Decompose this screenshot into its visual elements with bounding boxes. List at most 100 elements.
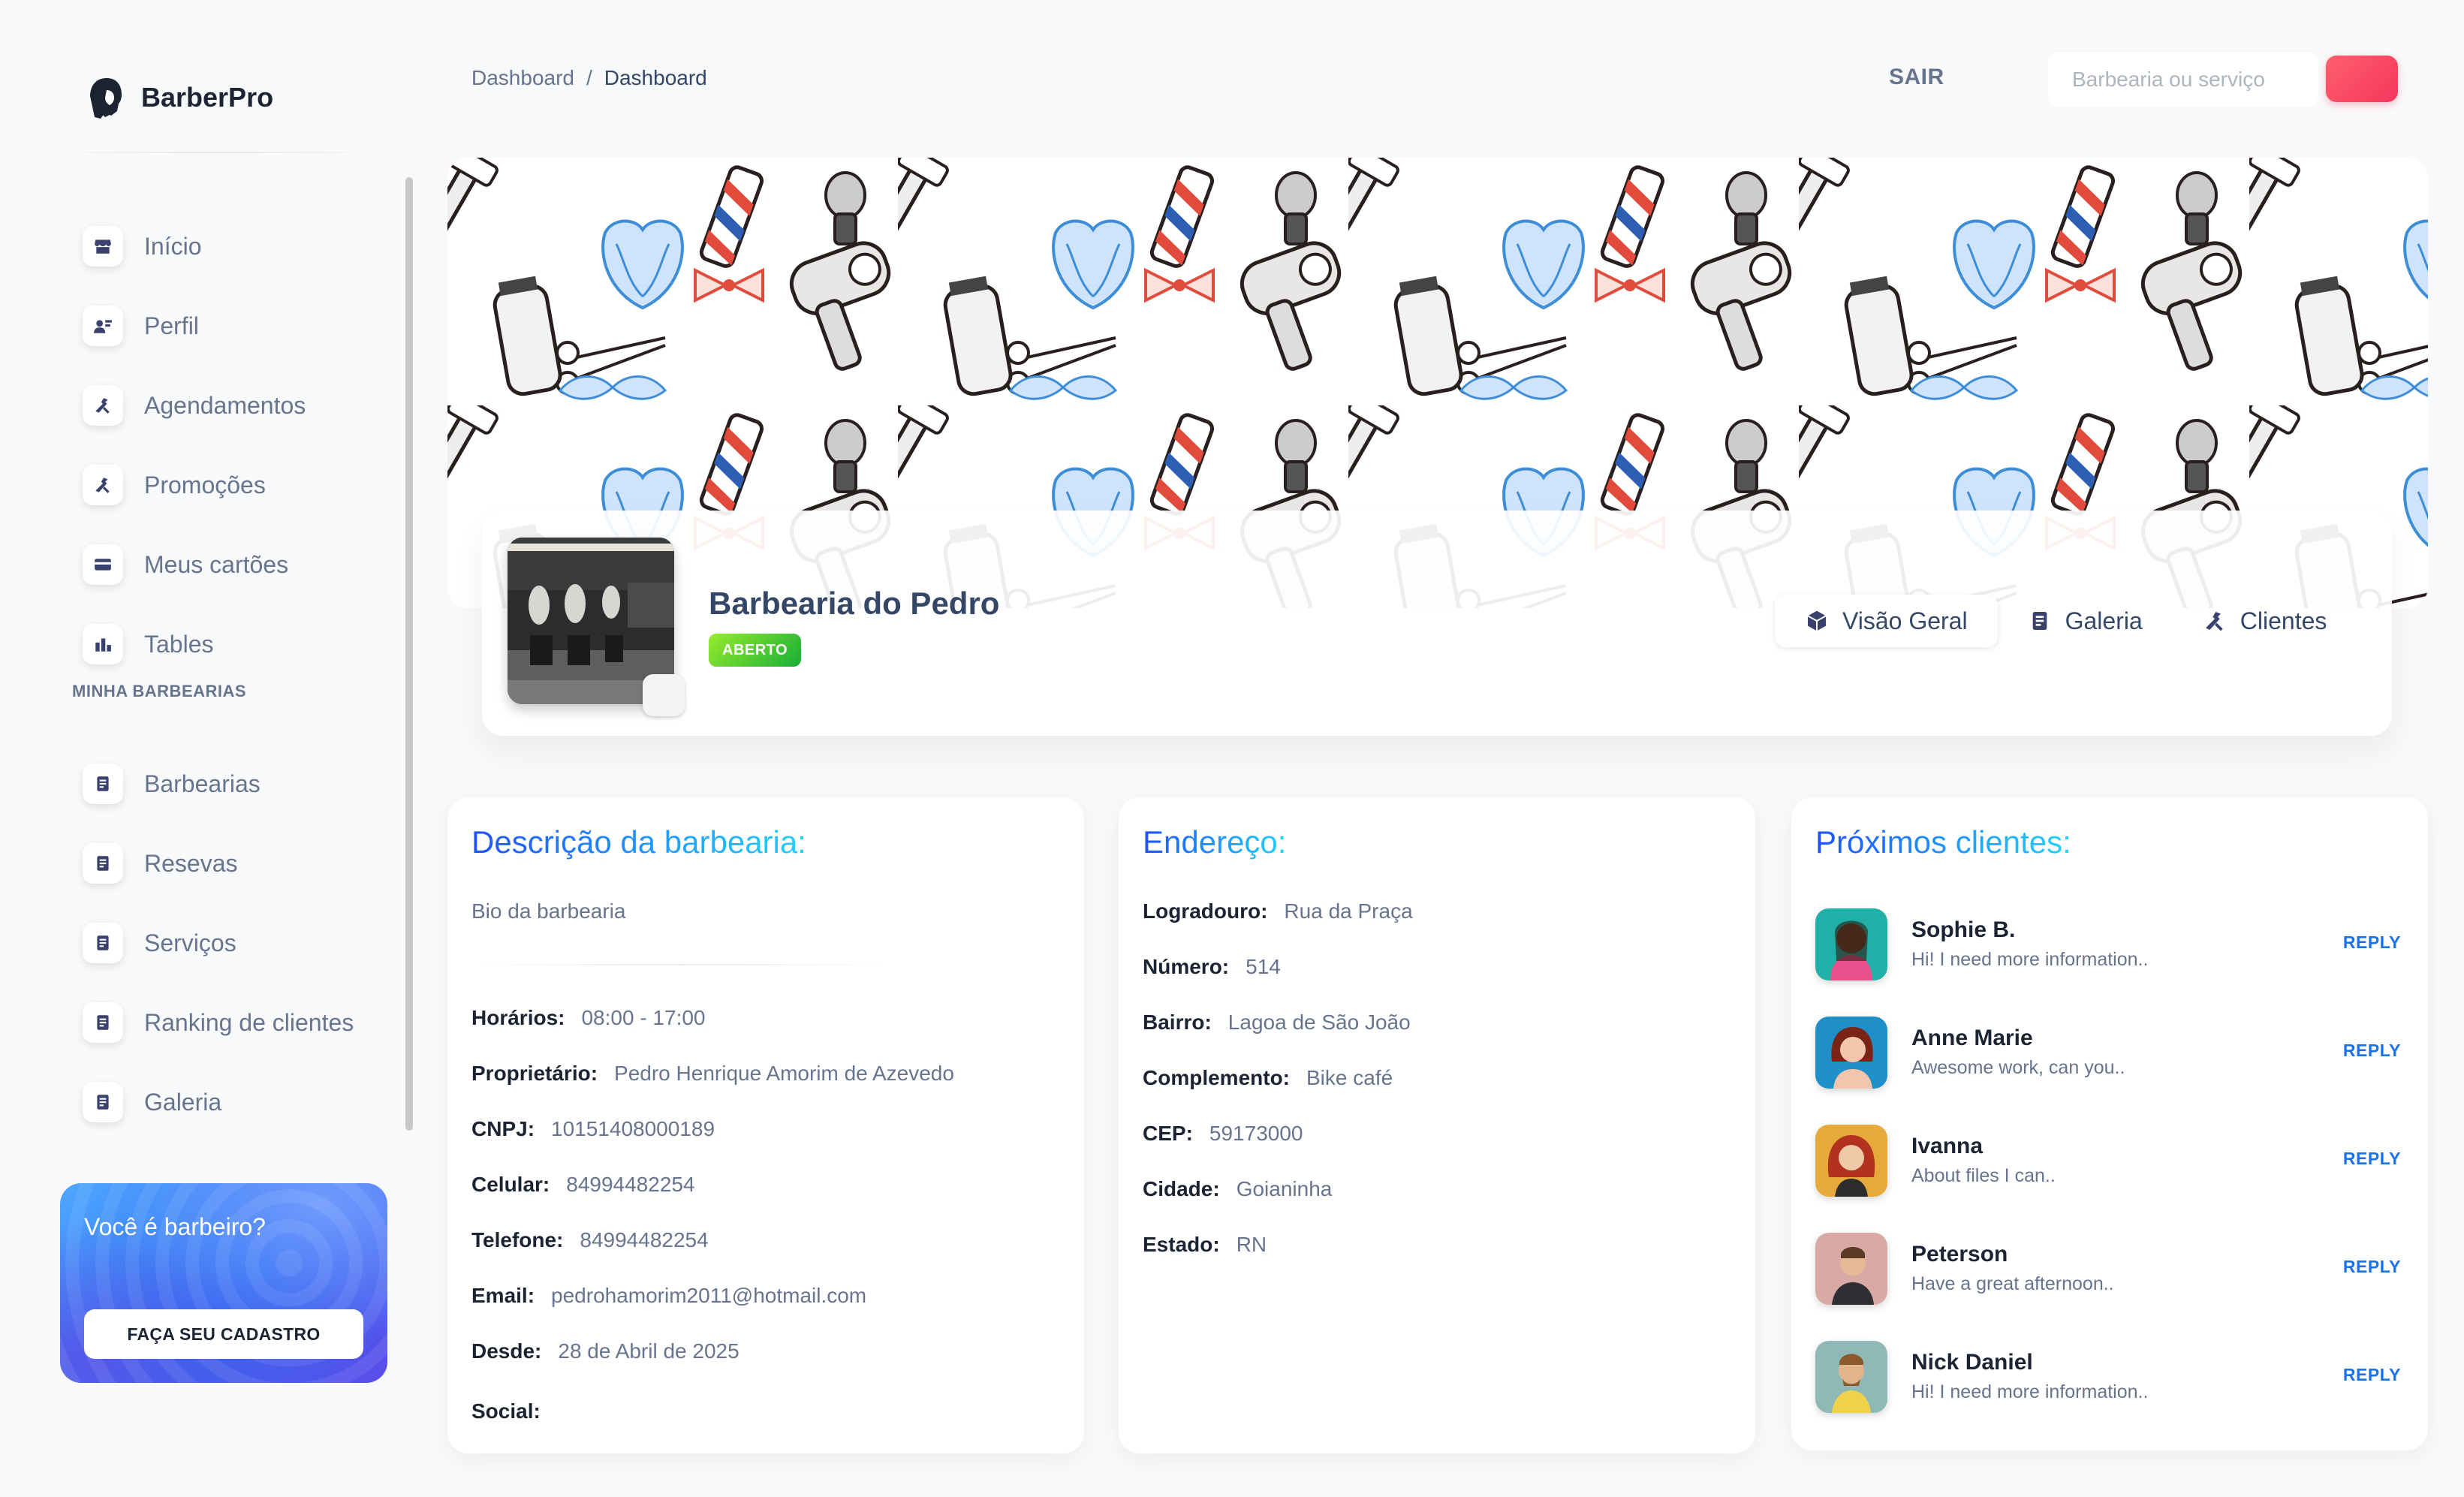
- sidebar-item-label: Meus cartões: [144, 550, 289, 578]
- info-value: 28 de Abril de 2025: [558, 1339, 740, 1363]
- avatar: [1815, 1125, 1887, 1197]
- sidebar-item-inicio[interactable]: Início: [83, 216, 398, 276]
- avatar: [1815, 1233, 1887, 1305]
- info-label: Complemento:: [1143, 1066, 1290, 1089]
- info-value: Goianinha: [1236, 1177, 1333, 1200]
- sidebar-item-galeria[interactable]: Galeria: [83, 1072, 398, 1132]
- reply-button[interactable]: REPLY: [2343, 932, 2401, 953]
- info-row-horarios: Horários: 08:00 - 17:00: [471, 1006, 706, 1030]
- avatar: [1815, 1017, 1887, 1089]
- sidebar-item-resevas[interactable]: Resevas: [83, 833, 398, 893]
- sidebar-item-label: Serviços: [144, 929, 236, 956]
- sidebar-item-meus-cartoes[interactable]: Meus cartões: [83, 535, 398, 595]
- address-title: Endereço:: [1143, 824, 1287, 860]
- address-row-estado: Estado: RN: [1143, 1233, 1267, 1257]
- info-row-cnpj: CNPJ: 10151408000189: [471, 1117, 715, 1141]
- sidebar-item-label: Galeria: [144, 1088, 222, 1116]
- credit-card-icon: [83, 544, 123, 585]
- info-label: Proprietário:: [471, 1062, 598, 1085]
- bio-text: Bio da barbearia: [471, 899, 626, 923]
- info-value: 10151408000189: [551, 1117, 715, 1140]
- address-card: Endereço: Logradouro: Rua da Praça Número…: [1119, 797, 1755, 1453]
- reply-button[interactable]: REPLY: [2343, 1149, 2401, 1169]
- client-list-item: Nick Daniel Hi! I need more information.…: [1815, 1341, 2401, 1416]
- client-name: Peterson: [1911, 1242, 2008, 1267]
- status-badge: ABERTO: [709, 634, 802, 667]
- address-row-numero: Número: 514: [1143, 955, 1281, 979]
- document-icon: [83, 1002, 123, 1043]
- document-icon: [83, 764, 123, 804]
- sidebar-item-barbearias[interactable]: Barbearias: [83, 754, 398, 814]
- document-icon: [83, 843, 123, 884]
- document-icon: [83, 1082, 123, 1122]
- info-value: Bike café: [1306, 1066, 1393, 1089]
- info-value: 514: [1246, 955, 1281, 978]
- sidebar-item-perfil[interactable]: Perfil: [83, 296, 398, 356]
- sidebar: BarberPro Início Perfil Agendamentos Pro…: [45, 53, 413, 1383]
- tab-clientes[interactable]: Clientes: [2173, 595, 2357, 647]
- cube-icon: [1807, 610, 1827, 631]
- table-icon: [83, 624, 123, 664]
- info-label: Social:: [471, 1399, 541, 1423]
- sidebar-item-label: Barbearias: [144, 770, 261, 797]
- sidebar-item-agendamentos[interactable]: Agendamentos: [83, 375, 398, 435]
- upcoming-clients-card: Próximos clientes: Sophie B. Hi! I need …: [1791, 797, 2428, 1450]
- sidebar-item-tables[interactable]: Tables: [83, 614, 398, 674]
- info-value: Rua da Praça: [1284, 899, 1413, 923]
- info-label: Email:: [471, 1284, 535, 1307]
- info-value: 08:00 - 17:00: [581, 1006, 706, 1029]
- document-icon: [83, 923, 123, 963]
- tab-label: Galeria: [2065, 607, 2143, 634]
- reply-button[interactable]: REPLY: [2343, 1365, 2401, 1385]
- signup-button[interactable]: FAÇA SEU CADASTRO: [84, 1309, 363, 1359]
- sidebar-scrollbar[interactable]: [405, 177, 413, 1131]
- reply-button[interactable]: REPLY: [2343, 1257, 2401, 1277]
- address-row-cep: CEP: 59173000: [1143, 1122, 1303, 1146]
- client-message: Have a great afternoon..: [1911, 1273, 2114, 1294]
- profile-card: Barbearia do Pedro ABERTO Visão Geral Ga…: [482, 511, 2392, 736]
- barber-logo-icon: [90, 78, 122, 119]
- info-value: 84994482254: [566, 1173, 695, 1196]
- sidebar-item-ranking[interactable]: Ranking de clientes: [83, 992, 398, 1053]
- sidebar-item-label: Tables: [144, 630, 214, 658]
- edit-photo-button[interactable]: [643, 674, 685, 716]
- client-list-item: Ivanna About files I can.. REPLY: [1815, 1125, 2401, 1200]
- document-icon: [2032, 612, 2047, 630]
- description-title: Descrição da barbearia:: [471, 824, 806, 860]
- search-button[interactable]: [2326, 56, 2398, 102]
- client-name: Anne Marie: [1911, 1026, 2033, 1050]
- info-row-desde: Desde: 28 de Abril de 2025: [471, 1339, 740, 1363]
- info-label: Cidade:: [1143, 1177, 1220, 1200]
- logout-link[interactable]: SAIR: [1889, 65, 1944, 90]
- search-input[interactable]: [2048, 53, 2318, 107]
- avatar: [1815, 1341, 1887, 1413]
- sidebar-item-servicos[interactable]: Serviços: [83, 913, 398, 973]
- shop-icon: [83, 226, 123, 267]
- cta-title: Você é barbeiro?: [84, 1213, 266, 1240]
- info-value: Pedro Henrique Amorim de Azevedo: [614, 1062, 954, 1085]
- info-value: 84994482254: [580, 1228, 709, 1252]
- address-row-cidade: Cidade: Goianinha: [1143, 1177, 1332, 1201]
- brand[interactable]: BarberPro: [84, 74, 273, 122]
- sidebar-divider: [53, 152, 383, 153]
- info-value: RN: [1236, 1233, 1267, 1256]
- info-value: Lagoa de São João: [1227, 1011, 1411, 1034]
- tools-icon: [2205, 612, 2223, 631]
- info-label: Celular:: [471, 1173, 550, 1196]
- info-label: CNPJ:: [471, 1117, 535, 1140]
- reply-button[interactable]: REPLY: [2343, 1041, 2401, 1061]
- profile-tabs: Visão Geral Galeria Clientes: [1775, 595, 2357, 647]
- sidebar-item-label: Início: [144, 232, 202, 260]
- client-list-item: Peterson Have a great afternoon.. REPLY: [1815, 1233, 2401, 1308]
- breadcrumb-item[interactable]: Dashboard: [471, 66, 574, 90]
- tab-label: Visão Geral: [1842, 607, 1968, 634]
- tab-visao-geral[interactable]: Visão Geral: [1775, 595, 1998, 647]
- sidebar-item-label: Promoções: [144, 471, 266, 498]
- tab-galeria[interactable]: Galeria: [1998, 595, 2173, 647]
- breadcrumb-separator: /: [586, 66, 592, 89]
- info-value: 59173000: [1209, 1122, 1303, 1145]
- sidebar-item-promocoes[interactable]: Promoções: [83, 455, 398, 515]
- info-label: CEP:: [1143, 1122, 1193, 1145]
- barbershop-name: Barbearia do Pedro: [709, 586, 1000, 621]
- client-message: Awesome work, can you..: [1911, 1057, 2125, 1078]
